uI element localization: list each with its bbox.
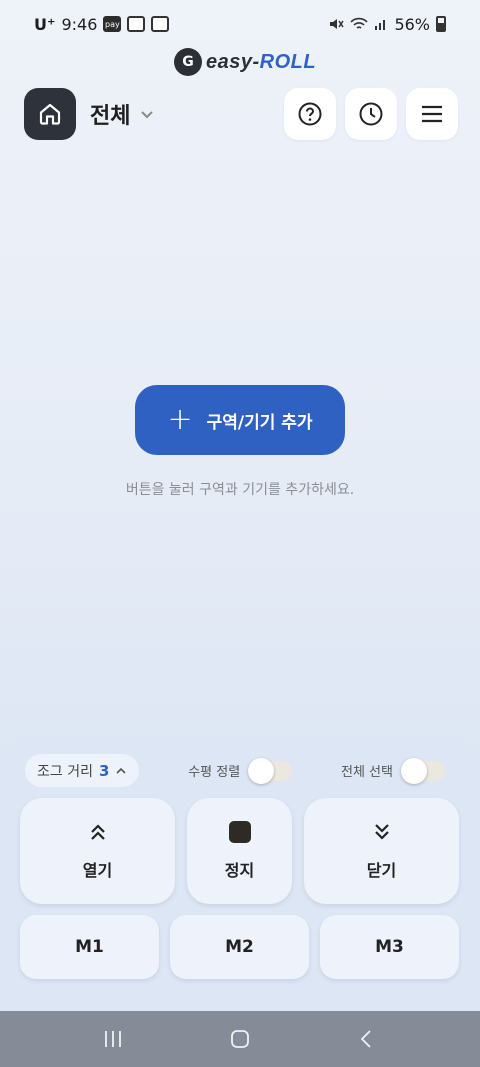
gallery-icon <box>127 16 146 32</box>
logo-text-accent: ROLL <box>259 50 317 73</box>
signal-icon <box>375 20 386 30</box>
header: 전체 <box>24 88 458 140</box>
help-button[interactable] <box>284 88 336 140</box>
horizontal-align-toggle[interactable] <box>248 757 293 784</box>
empty-hint: 버튼을 눌러 구역과 기기를 추가하세요. <box>125 482 355 498</box>
close-label: 닫기 <box>366 861 397 880</box>
chevron-up-icon <box>116 767 126 774</box>
system-nav-bar <box>0 1011 480 1067</box>
page-title: 전체 <box>90 104 131 129</box>
header-left: 전체 <box>24 88 156 140</box>
logo-text: easy-ROLL <box>206 51 316 74</box>
menu-button[interactable] <box>406 88 458 140</box>
maps-icon <box>151 16 170 32</box>
m1-button[interactable]: M1 <box>20 915 159 979</box>
home-nav-button[interactable] <box>220 1019 260 1059</box>
m2-button[interactable]: M2 <box>170 915 309 979</box>
stop-button[interactable]: 정지 <box>187 798 292 904</box>
jog-distance-button[interactable]: 조그 거리 3 <box>25 754 140 787</box>
open-label: 열기 <box>82 861 113 880</box>
close-button[interactable]: 닫기 <box>304 798 459 904</box>
carrier-label: U⁺ <box>34 14 56 34</box>
pay-icon: pay <box>103 16 122 32</box>
double-chevron-down-icon <box>374 824 389 840</box>
jog-value: 3 <box>98 761 110 780</box>
memory-buttons: M1 M2 M3 <box>20 915 460 979</box>
stop-icon <box>228 821 251 843</box>
select-all-label: 전체 선택 <box>341 765 393 780</box>
double-chevron-up-icon <box>90 824 105 840</box>
home-button[interactable] <box>24 88 76 140</box>
app-logo: G easy-ROLL <box>174 47 316 77</box>
home-nav-icon <box>231 1030 249 1048</box>
mute-icon <box>330 19 345 29</box>
status-bar: U⁺ 9:46 pay 56% <box>0 0 480 48</box>
m3-button[interactable]: M3 <box>320 915 459 979</box>
open-button[interactable]: 열기 <box>20 798 175 904</box>
control-panel: 조그 거리 3 수평 정렬 전체 선택 열기 정지 닫기 M1 M2 M3 <box>0 735 480 1011</box>
jog-label: 조그 거리 <box>37 763 93 780</box>
logo-mark-icon: G <box>174 48 202 76</box>
recent-apps-icon <box>105 1031 122 1047</box>
history-clock-icon <box>359 102 383 126</box>
horizontal-align-group: 수평 정렬 <box>188 757 293 784</box>
battery-percent: 56% <box>394 14 430 34</box>
help-icon <box>298 102 322 126</box>
horizontal-align-label: 수평 정렬 <box>188 765 241 780</box>
stop-label: 정지 <box>224 861 255 880</box>
status-right: 56% <box>328 15 446 34</box>
add-button-label: 구역/기기 추가 <box>206 412 313 433</box>
logo-text-main: easy- <box>206 50 260 73</box>
battery-icon <box>436 16 446 32</box>
home-icon <box>39 103 61 125</box>
back-button[interactable] <box>347 1019 387 1059</box>
header-actions <box>284 88 458 140</box>
back-icon <box>360 1030 371 1048</box>
recent-apps-button[interactable] <box>93 1019 133 1059</box>
plus-icon: + <box>167 402 193 437</box>
add-zone-device-button[interactable]: + 구역/기기 추가 <box>135 385 345 455</box>
select-all-toggle[interactable] <box>400 757 445 784</box>
menu-icon <box>422 105 442 123</box>
panel-options-row: 조그 거리 3 수평 정렬 전체 선택 <box>25 754 445 787</box>
history-button[interactable] <box>345 88 397 140</box>
wifi-icon <box>350 17 369 29</box>
zone-selector[interactable]: 전체 <box>90 98 156 130</box>
select-all-group: 전체 선택 <box>341 757 445 784</box>
chevron-down-icon <box>141 111 154 119</box>
clock: 9:46 <box>61 14 98 34</box>
status-left: U⁺ 9:46 pay <box>34 14 170 34</box>
motion-controls: 열기 정지 닫기 <box>20 798 460 904</box>
